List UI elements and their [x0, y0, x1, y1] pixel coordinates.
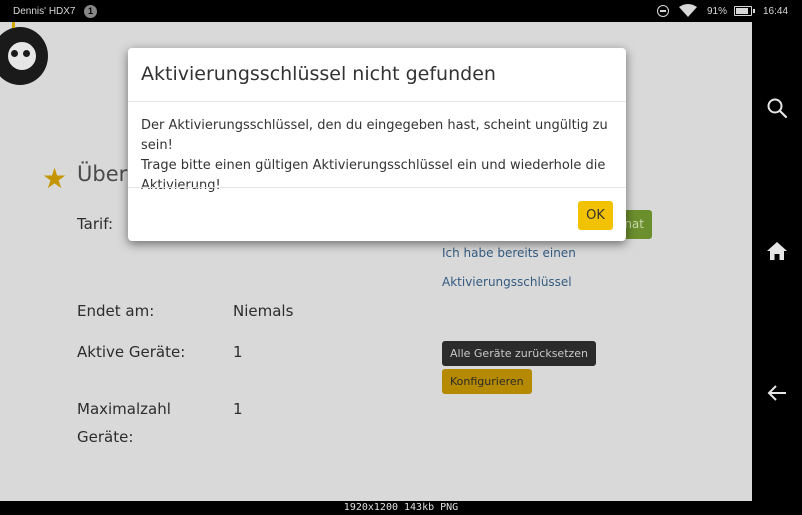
back-arrow-icon[interactable] — [766, 382, 788, 404]
notification-badge[interactable]: 1 — [84, 5, 97, 18]
dialog-header: Aktivierungsschlüssel nicht gefunden — [128, 48, 626, 102]
status-bar: Dennis' HDX7 1 91% 16:44 — [0, 0, 802, 22]
active-devices-label: Aktive Geräte: — [77, 343, 186, 361]
avatar[interactable] — [0, 27, 48, 85]
max-devices-label-line2: Geräte: — [77, 428, 134, 446]
star-icon: ★ — [42, 162, 68, 195]
error-dialog: Aktivierungsschlüssel nicht gefunden Der… — [128, 48, 626, 241]
dialog-footer: OK — [128, 187, 626, 242]
configure-button[interactable]: Konfigurieren — [442, 369, 532, 394]
dialog-body: Der Aktivierungsschlüssel, den du eingeg… — [141, 116, 616, 196]
avatar-face — [5, 39, 39, 73]
activation-key-link-line1[interactable]: Ich habe bereits einen — [442, 246, 576, 260]
search-icon[interactable] — [766, 97, 788, 119]
dialog-body-line: Der Aktivierungsschlüssel, den du eingeg… — [141, 118, 608, 153]
dialog-title: Aktivierungsschlüssel nicht gefunden — [141, 63, 496, 85]
max-devices-value: 1 — [233, 400, 243, 418]
battery-percent: 91% — [707, 6, 728, 17]
ends-on-label: Endet am: — [77, 302, 155, 320]
dialog-body-line: Trage bitte einen gültigen Aktivierungss… — [141, 158, 606, 173]
activation-key-link-line2[interactable]: Aktivierungsschlüssel — [442, 275, 572, 289]
dnd-icon — [657, 5, 669, 17]
device-name: Dennis' HDX7 — [13, 6, 76, 17]
home-icon[interactable] — [766, 240, 788, 262]
max-devices-label: Maximalzahl — [77, 400, 171, 418]
tarif-label: Tarif: — [77, 215, 114, 233]
reset-devices-button[interactable]: Alle Geräte zurücksetzen — [442, 341, 597, 366]
image-caption: 1920x1200 143kb PNG — [0, 501, 802, 515]
ok-button[interactable]: OK — [578, 201, 613, 230]
clock: 16:44 — [763, 6, 789, 17]
active-devices-value: 1 — [233, 343, 243, 361]
wifi-icon — [679, 4, 697, 17]
accent-strip — [12, 22, 15, 28]
ends-on-value: Niemals — [233, 302, 294, 320]
battery-icon — [734, 6, 755, 16]
navigation-bar — [752, 22, 802, 501]
